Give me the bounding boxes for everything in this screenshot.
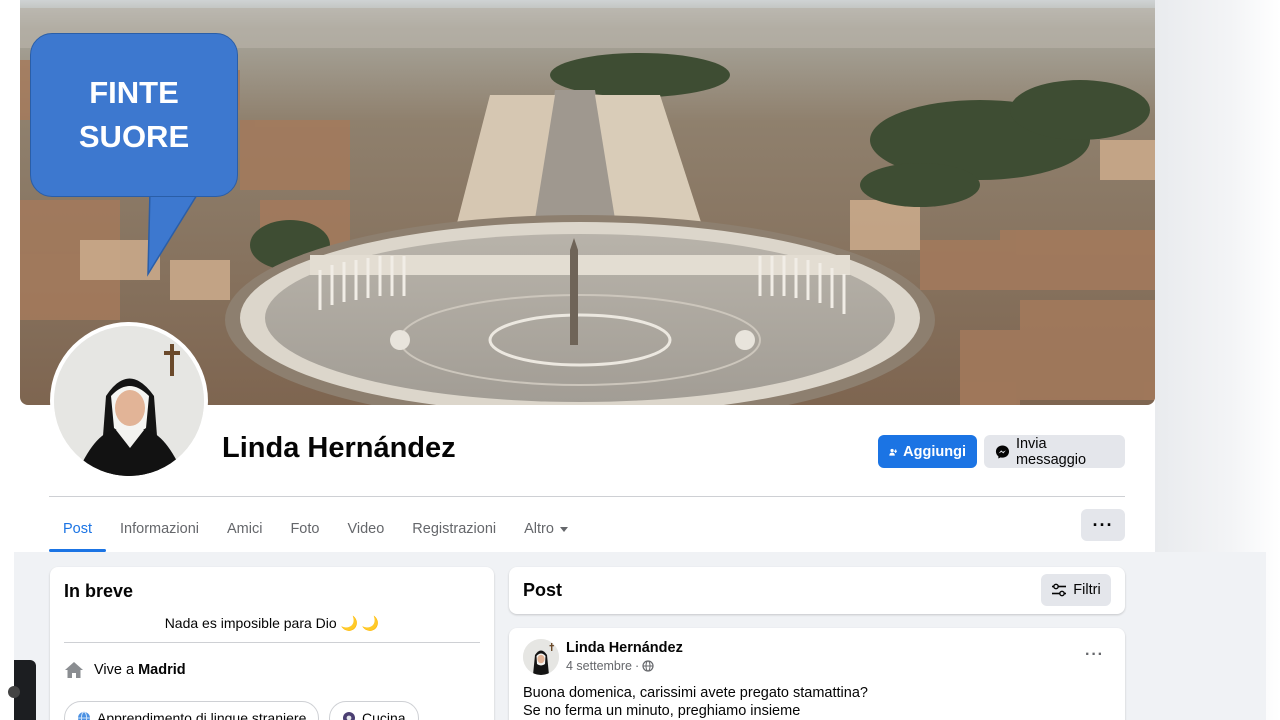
add-friend-button[interactable]: Aggiungi — [878, 435, 977, 468]
post-author-avatar[interactable] — [523, 639, 559, 675]
intro-bio: Nada es imposible para Dio 🌙 🌙 — [164, 615, 380, 631]
posts-title: Post — [523, 580, 563, 600]
ellipsis-icon: ··· — [1092, 514, 1114, 535]
profile-name: Linda Hernández — [222, 432, 456, 464]
profile-picture[interactable] — [50, 322, 208, 480]
lives-city[interactable]: Madrid — [138, 662, 186, 678]
intro-title: In breve — [64, 581, 134, 601]
post-card: Linda Hernández 4 settembre · ··· Buona … — [509, 628, 1125, 720]
callout-line-2: SUORE — [78, 119, 190, 154]
post-body: Buona domenica, carissimi avete pregato … — [523, 684, 1113, 720]
posts-header-card: Post Filtri — [509, 567, 1125, 614]
tab-label: Post — [63, 520, 93, 537]
nun-portrait-image — [54, 326, 204, 476]
chat-dot-icon — [8, 686, 20, 698]
filters-icon — [1052, 583, 1067, 597]
home-icon — [65, 662, 83, 678]
tab-video[interactable]: Video — [333, 505, 398, 552]
tab-label: Altro — [524, 520, 554, 537]
messenger-icon — [995, 444, 1010, 459]
post-date[interactable]: 4 settembre — [566, 659, 632, 673]
interest-pill-cooking[interactable]: Cucina — [329, 701, 419, 720]
caret-down-icon — [559, 527, 568, 532]
interest-label: Cucina — [362, 710, 406, 720]
tab-label: Registrazioni — [412, 520, 497, 537]
intro-card: In breve Nada es imposible para Dio 🌙 🌙 … — [50, 567, 494, 720]
more-options-button[interactable]: ··· — [1081, 509, 1125, 541]
tab-amici[interactable]: Amici — [213, 505, 276, 552]
callout-line-1: FINTE — [89, 75, 179, 110]
meta-separator: · — [635, 659, 640, 673]
header-divider — [49, 496, 1125, 497]
post-options-icon[interactable]: ··· — [1085, 646, 1104, 664]
filters-button[interactable]: Filtri — [1041, 574, 1111, 606]
globe-icon — [78, 711, 90, 720]
filters-label: Filtri — [1073, 582, 1101, 598]
interest-label: Apprendimento di lingue straniere — [97, 710, 307, 720]
profile-page: FINTE SUORE Linda Hernández Aggiungi Inv… — [0, 0, 1280, 720]
post-meta: 4 settembre · — [566, 659, 654, 673]
tab-post[interactable]: Post — [49, 505, 107, 552]
tab-label: Foto — [290, 520, 320, 537]
tab-label: Video — [347, 520, 385, 537]
intro-divider — [64, 642, 480, 643]
cooking-icon — [343, 712, 355, 720]
lives-in-row: Vive a Madrid — [64, 661, 186, 679]
nun-avatar-image — [523, 639, 559, 675]
post-text-line-2: Se no ferma un minuto, preghiamo insieme — [523, 703, 801, 719]
tab-altro[interactable]: Altro — [510, 505, 582, 552]
send-message-button[interactable]: Invia messaggio — [984, 435, 1125, 468]
callout-overlay: FINTE SUORE — [30, 33, 238, 197]
public-globe-icon — [642, 660, 654, 672]
interest-pill-languages[interactable]: Apprendimento di lingue straniere — [64, 701, 320, 720]
tab-informazioni[interactable]: Informazioni — [106, 505, 213, 552]
tab-registrazioni[interactable]: Registrazioni — [398, 505, 510, 552]
profile-tabs: Post Informazioni Amici Foto Video Regis… — [49, 505, 582, 552]
tab-label: Amici — [227, 520, 263, 537]
add-friend-icon — [889, 448, 898, 456]
lives-prefix: Vive a — [94, 662, 135, 678]
tab-label: Informazioni — [120, 520, 199, 537]
post-text-line-1: Buona domenica, carissimi avete pregato … — [523, 685, 868, 701]
add-friend-label: Aggiungi — [903, 443, 966, 460]
send-message-label: Invia messaggio — [1015, 435, 1087, 468]
chat-sidebar-edge[interactable] — [8, 660, 36, 720]
post-author-name[interactable]: Linda Hernández — [566, 640, 683, 656]
tab-foto[interactable]: Foto — [276, 505, 333, 552]
